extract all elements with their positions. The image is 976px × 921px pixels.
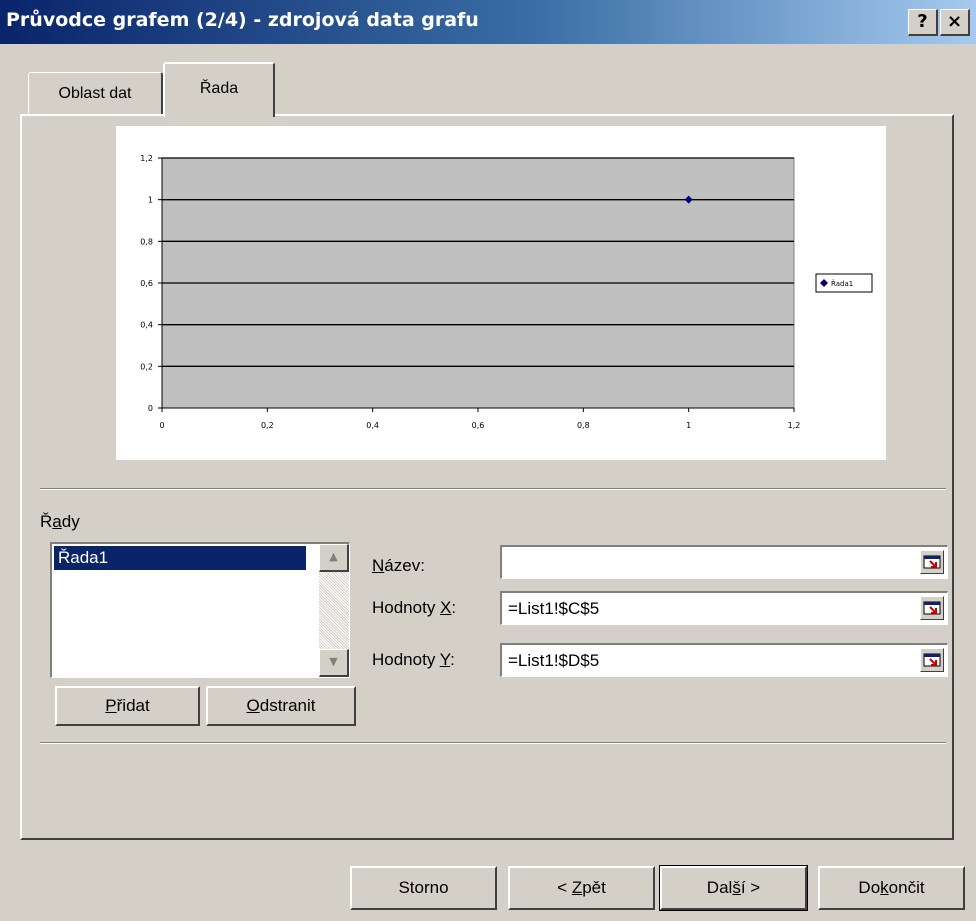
collapse-dialog-icon[interactable] [920,596,944,620]
add-series-button[interactable]: Přidat [55,686,200,726]
collapse-dialog-icon[interactable] [920,550,944,574]
chart-svg: 0 0,2 0,4 0,6 0,8 1 1,2 0 0,2 0,4 0,6 0,8 1 1,2 Řada1 [140,154,873,430]
series-list-label: Řady [40,512,80,531]
y-values-value: =List1!$D$5 [508,651,600,670]
y-tick-label: 0,6 [140,279,153,288]
legend-label: Řada1 [831,279,853,288]
scroll-up-icon[interactable]: ▲ [319,544,349,572]
scroll-down-icon[interactable]: ▼ [319,649,349,677]
y-tick-label: 0,2 [140,362,153,371]
help-button[interactable]: ? [908,9,938,36]
y-tick-label: 0,4 [140,321,153,330]
separator-top [40,488,946,490]
x-tick-label: 0,2 [261,421,274,430]
x-values-value: =List1!$C$5 [508,599,600,618]
y-tick-label: 1 [148,196,153,205]
y-tick-label: 1,2 [140,154,153,163]
title-bar: Průvodce grafem (2/4) - zdrojová data gr… [0,0,976,44]
y-tick-label: 0 [148,404,153,413]
x-values-label: Hodnoty X: [372,598,457,617]
tab-series[interactable]: Řada [163,62,275,117]
list-item[interactable]: Řada1 [54,546,306,570]
back-button[interactable]: < Zpět [508,866,655,910]
separator-bottom [40,742,946,744]
y-values-label: Hodnoty Y: [372,650,455,669]
y-tick-label: 0,8 [140,237,153,246]
x-tick-label: 1 [686,421,691,430]
y-values-field[interactable]: =List1!$D$5 [500,643,948,677]
cancel-button[interactable]: Storno [350,866,497,910]
remove-series-button[interactable]: Odstranit [206,686,356,726]
x-tick-label: 1,2 [788,421,801,430]
x-values-field[interactable]: =List1!$C$5 [500,591,948,625]
window-title: Průvodce grafem (2/4) - zdrojová data gr… [6,9,479,31]
x-tick-label: 0,4 [366,421,379,430]
name-field[interactable] [500,545,948,579]
collapse-dialog-icon[interactable] [920,648,944,672]
next-button[interactable]: Další > [659,865,808,911]
name-label: Název: [372,556,425,575]
chart-wizard-dialog: Průvodce grafem (2/4) - zdrojová data gr… [0,0,976,921]
x-tick-label: 0 [159,421,164,430]
tab-data-range[interactable]: Oblast dat [28,72,163,114]
finish-button[interactable]: Dokončit [818,866,965,910]
series-listbox[interactable]: Řada1 ▲ ▼ [50,542,350,678]
series-scrollbar[interactable]: ▲ ▼ [319,544,349,677]
x-tick-label: 0,8 [577,421,590,430]
chart-preview: 0 0,2 0,4 0,6 0,8 1 1,2 0 0,2 0,4 0,6 0,8 1 1,2 Řada1 [116,126,886,460]
x-tick-label: 0,6 [472,421,485,430]
close-button[interactable]: × [940,9,970,36]
